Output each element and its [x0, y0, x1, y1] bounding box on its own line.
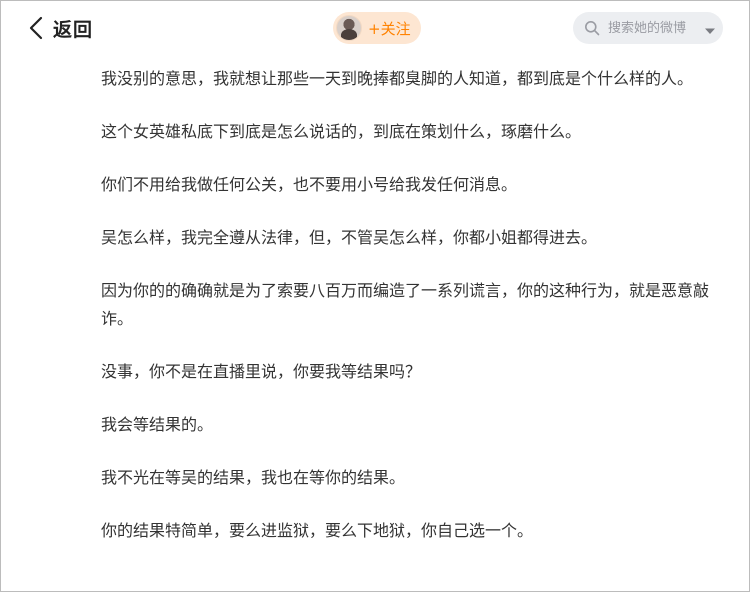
post-paragraph: 没事，你不是在直播里说，你要我等结果吗？: [101, 362, 422, 381]
weibo-post-window: 返回 +关注 我没别的意思，我就想让那些一天到晚捧都臭脚的人知道，都到底是个什么…: [0, 0, 750, 592]
post-paragraph: 我会等结果的。: [101, 415, 214, 434]
post-paragraph: 因为你的的确确就是为了索要八百万而编造了一系列谎言，你的这种行为，就是恶意敲诈。: [101, 281, 710, 328]
back-button[interactable]: 返回: [25, 13, 93, 43]
search-icon[interactable]: [584, 20, 600, 36]
post-body: 我没别的意思，我就想让那些一天到晚捧都臭脚的人知道，都到底是个什么样的人。 这个…: [101, 65, 727, 570]
post-paragraph: 吴怎么样，我完全遵从法律，但，不管吴怎么样，你都小姐都得进去。: [101, 228, 598, 247]
avatar[interactable]: [336, 15, 362, 41]
chevron-left-icon: [25, 15, 47, 41]
post-paragraph: 你的结果特简单，要么进监狱，要么下地狱，你自己选一个。: [101, 521, 534, 540]
post-paragraph: 你们不用给我做任何公关，也不要用小号给我发任何消息。: [101, 175, 518, 194]
back-label: 返回: [53, 18, 94, 41]
follow-label: +关注: [368, 19, 411, 38]
search-input[interactable]: [606, 19, 702, 37]
top-navigation-bar: 返回 +关注: [1, 1, 749, 55]
post-paragraph: 我没别的意思，我就想让那些一天到晚捧都臭脚的人知道，都到底是个什么样的人。: [101, 69, 694, 88]
post-paragraph: 这个女英雄私底下到底是怎么说话的，到底在策划什么，琢磨什么。: [101, 122, 582, 141]
chevron-down-icon[interactable]: [704, 22, 716, 34]
post-paragraph: 我不光在等吴的结果，我也在等你的结果。: [101, 468, 406, 487]
search-box[interactable]: [573, 12, 723, 44]
follow-button[interactable]: +关注: [333, 12, 421, 44]
